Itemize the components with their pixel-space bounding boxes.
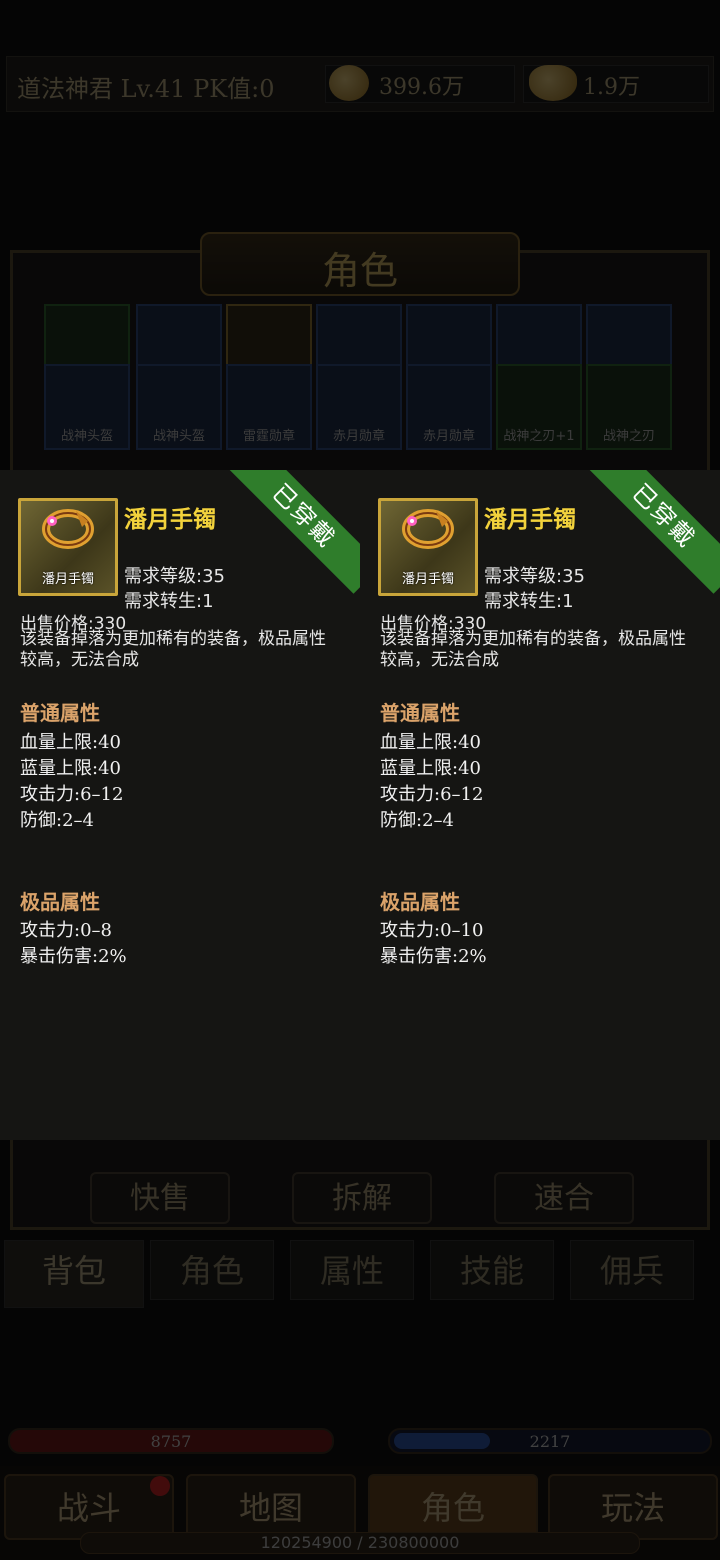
tab-character[interactable]: 角色 — [150, 1240, 274, 1300]
quick-merge-button[interactable]: 速合 — [494, 1172, 634, 1224]
dismantle-button[interactable]: 拆解 — [292, 1172, 432, 1224]
quick-sell-button[interactable]: 快售 — [90, 1172, 230, 1224]
item-description: 该装备掉落为更加稀有的装备，极品属性较高，无法合成 — [20, 629, 326, 670]
attribute-row: 暴击伤害:2% — [20, 946, 127, 967]
extreme-attributes-title: 极品属性 — [380, 890, 460, 914]
attribute-row: 蓝量上限:40 — [380, 758, 481, 779]
attribute-row: 血量上限:40 — [380, 732, 481, 753]
ingot-amount: 1.9万 — [583, 75, 640, 100]
required-rebirth: 需求转生:1 — [124, 591, 214, 612]
required-level: 需求等级:35 — [484, 566, 585, 587]
equipped-ribbon: 已穿戴 — [586, 470, 720, 594]
character-title: 角色 — [321, 249, 398, 293]
bracelet-item-icon: 潘月手镯 — [18, 498, 118, 596]
exp-value: 120254900 / 230800000 — [260, 1533, 460, 1552]
tab-attributes[interactable]: 属性 — [290, 1240, 414, 1300]
bracelet-item-icon: 潘月手镯 — [378, 498, 478, 596]
mp-value: 2217 — [529, 1432, 571, 1451]
equipment-slot[interactable]: 战神头盔 — [136, 364, 222, 450]
normal-attributes-title: 普通属性 — [380, 701, 460, 725]
equipment-slot[interactable]: 战神之刃 — [586, 364, 672, 450]
extreme-attributes-list: 攻击力:0–8 暴击伤害:2% — [20, 918, 127, 970]
item-compare-tooltip[interactable]: 已穿戴 潘月手镯 潘月手镯 需求等级:35 需求转生:1 出售价格:330 该装… — [0, 470, 720, 1140]
attribute-row: 攻击力:6–12 — [20, 784, 124, 805]
required-level: 需求等级:35 — [124, 566, 225, 587]
attribute-row: 防御:2–4 — [20, 810, 94, 831]
bracelet-icon — [42, 508, 94, 549]
item-icon-label: 潘月手镯 — [41, 572, 94, 587]
extreme-attributes-title: 极品属性 — [20, 890, 100, 914]
hp-bar: 8757 — [8, 1428, 334, 1454]
equipment-slot[interactable]: 赤月勋章 — [406, 364, 492, 450]
normal-attributes-title: 普通属性 — [20, 701, 100, 725]
item-name: 潘月手镯 — [124, 507, 216, 533]
character-title-plate: 角色 — [200, 232, 520, 296]
item-description: 该装备掉落为更加稀有的装备，极品属性较高，无法合成 — [380, 629, 686, 670]
gold-coin-icon — [329, 65, 369, 101]
nav-gameplay[interactable]: 玩法 — [548, 1474, 718, 1540]
equipment-slot[interactable]: 赤月勋章 — [316, 364, 402, 450]
nav-map[interactable]: 地图 — [186, 1474, 356, 1540]
attribute-row: 蓝量上限:40 — [20, 758, 121, 779]
tab-mercenary[interactable]: 佣兵 — [570, 1240, 694, 1300]
mp-bar: 2217 — [388, 1428, 712, 1454]
extreme-attributes-list: 攻击力:0–10 暴击伤害:2% — [380, 918, 487, 970]
normal-attributes-list: 血量上限:40 蓝量上限:40 攻击力:6–12 防御:2–4 — [380, 730, 483, 834]
equipped-ribbon: 已穿戴 — [226, 470, 360, 594]
attribute-row: 防御:2–4 — [380, 810, 454, 831]
item-name: 潘月手镯 — [484, 507, 576, 533]
player-info: 道法神君 Lv.41 PK值:0 — [17, 75, 275, 103]
item-icon-label: 潘月手镯 — [401, 572, 454, 587]
equipment-slot[interactable]: 战神头盔 — [44, 364, 130, 450]
attribute-row: 暴击伤害:2% — [380, 946, 487, 967]
ingot-icon — [529, 65, 577, 101]
tab-bag[interactable]: 背包 — [4, 1240, 144, 1308]
normal-attributes-list: 血量上限:40 蓝量上限:40 攻击力:6–12 防御:2–4 — [20, 730, 123, 834]
gold-amount: 399.6万 — [379, 75, 464, 100]
nav-battle[interactable]: 战斗 — [4, 1474, 174, 1540]
attribute-row: 攻击力:0–8 — [20, 920, 112, 941]
equipment-slot[interactable]: 雷霆勋章 — [226, 364, 312, 450]
equipment-slot[interactable]: 战神之刃+1 — [496, 364, 582, 450]
attribute-row: 血量上限:40 — [20, 732, 121, 753]
bracelet-icon — [402, 508, 454, 549]
hp-value: 8757 — [150, 1432, 192, 1451]
notification-dot — [150, 1476, 170, 1496]
attribute-row: 攻击力:6–12 — [380, 784, 484, 805]
panel-tabs: 背包 角色 属性 技能 佣兵 — [0, 1236, 720, 1308]
attribute-row: 攻击力:0–10 — [380, 920, 484, 941]
item-tooltip-card: 已穿戴 潘月手镯 潘月手镯 需求等级:35 需求转生:1 出售价格:330 该装… — [0, 470, 360, 1140]
item-tooltip-card: 已穿戴 潘月手镯 潘月手镯 需求等级:35 需求转生:1 出售价格:330 该装… — [360, 470, 720, 1140]
nav-character[interactable]: 角色 — [368, 1474, 538, 1540]
player-status-bar: 道法神君 Lv.41 PK值:0 399.6万 1.9万 — [6, 56, 714, 112]
tab-skills[interactable]: 技能 — [430, 1240, 554, 1300]
required-rebirth: 需求转生:1 — [484, 591, 574, 612]
